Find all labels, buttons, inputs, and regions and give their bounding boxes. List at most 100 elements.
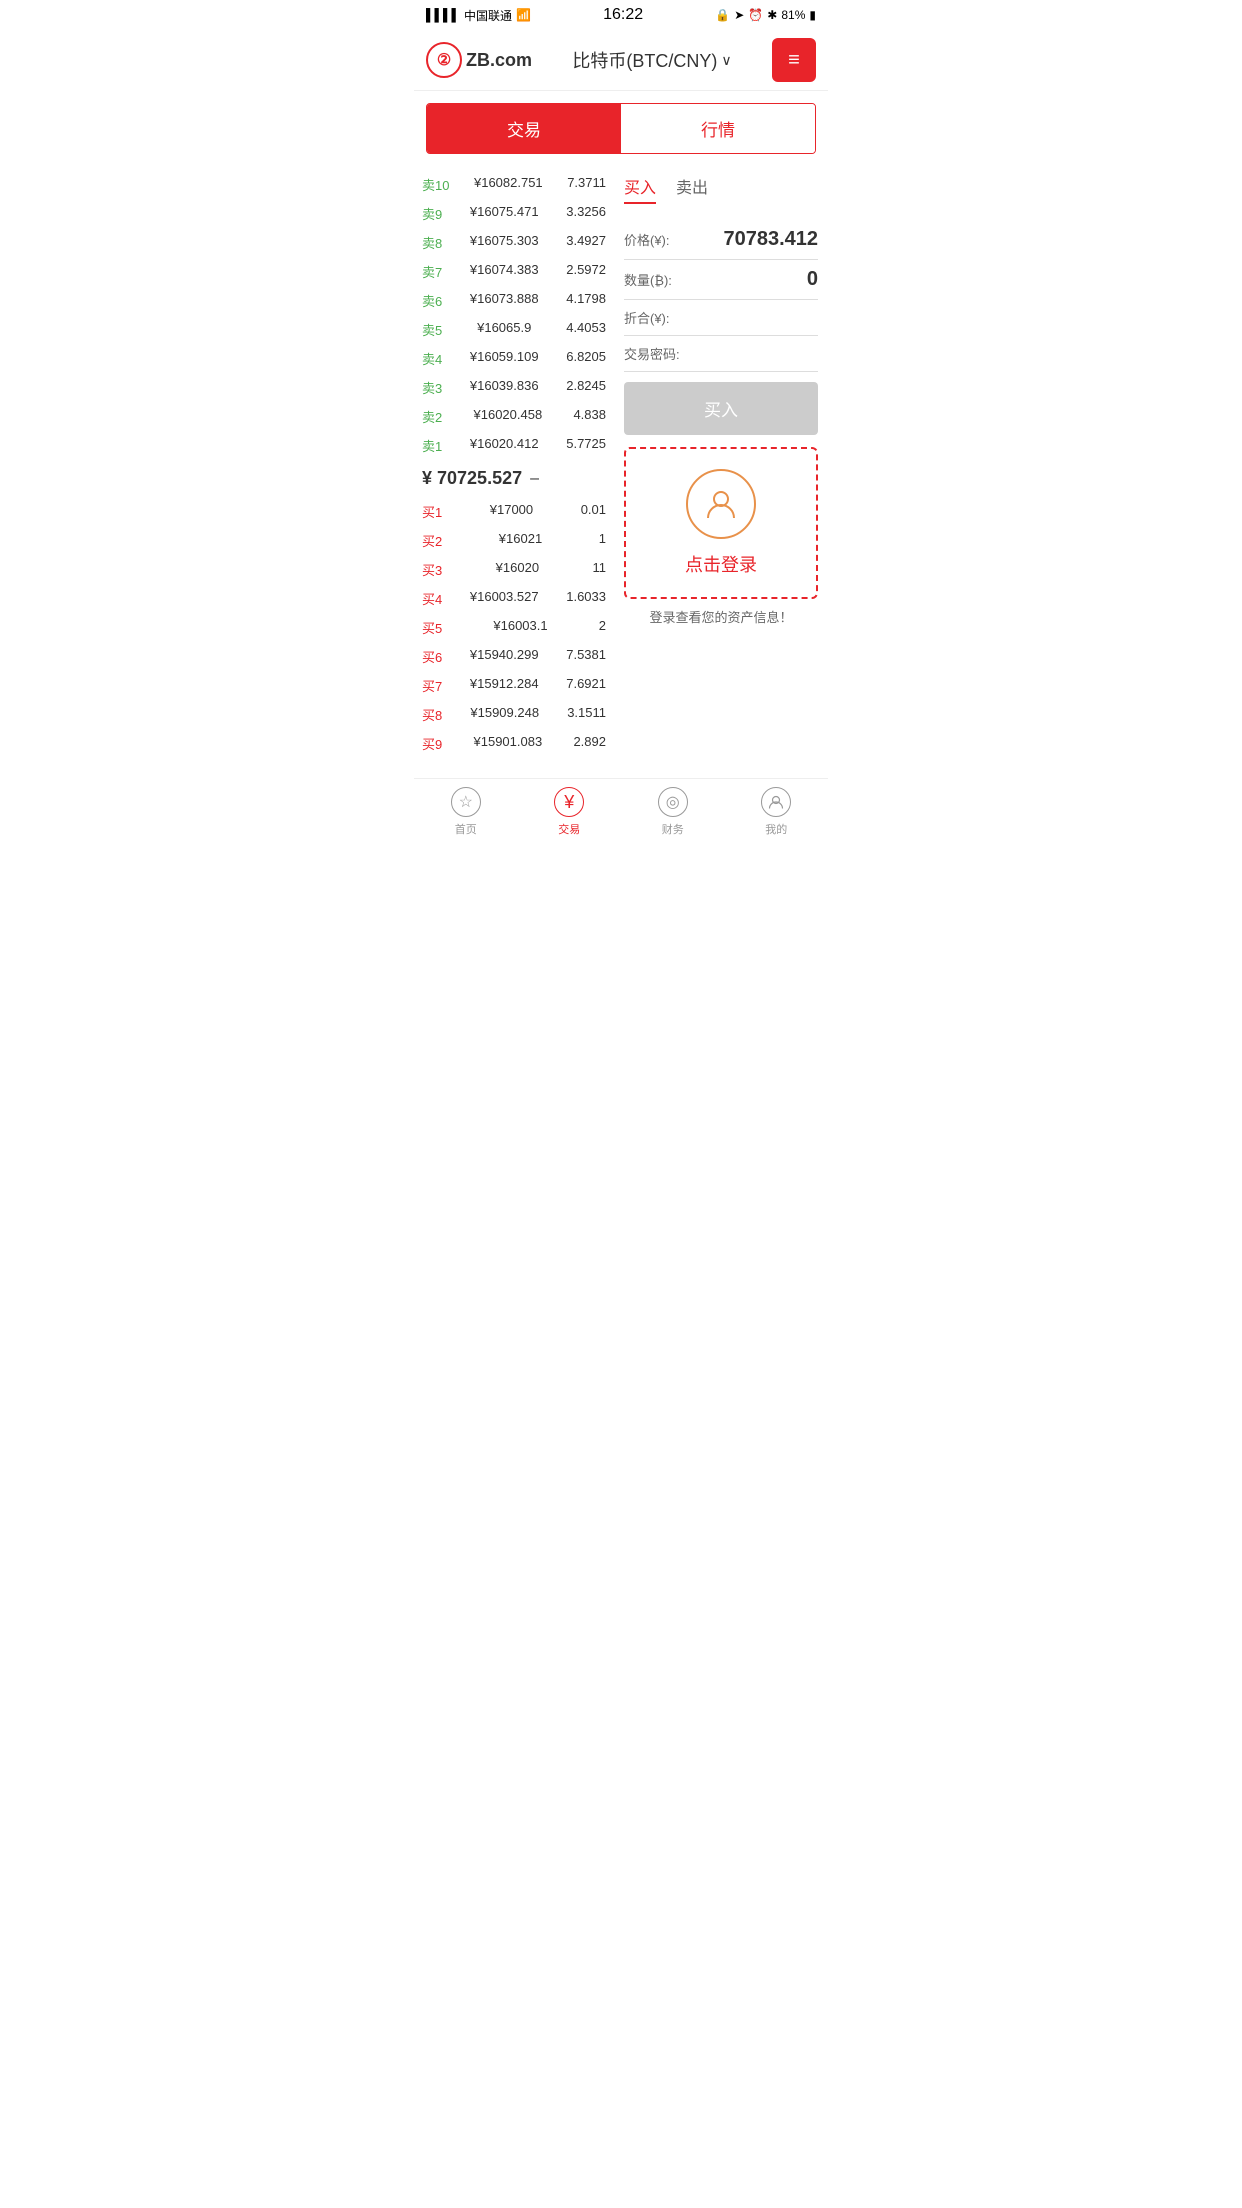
asset-text: 登录查看您的资产信息！	[624, 599, 818, 634]
sell-order-row: 卖4 ¥16059.109 6.8205	[420, 344, 608, 373]
buy-qty: 3.1511	[567, 705, 606, 724]
buy-order-row: 买2 ¥16021 1	[420, 526, 608, 555]
nav-finance[interactable]: ◎ 财务	[621, 787, 725, 837]
sell-price: ¥16074.383	[470, 262, 539, 281]
buy-order-row: 买7 ¥15912.284 7.6921	[420, 671, 608, 700]
header: ② ZB.com 比特币(BTC/CNY) ∨ ≡	[414, 30, 828, 91]
nav-home-label: 首页	[455, 821, 477, 837]
profile-icon	[761, 787, 791, 817]
sell-order-row: 卖8 ¥16075.303 3.4927	[420, 228, 608, 257]
buy-order-row: 买3 ¥16020 11	[420, 555, 608, 584]
sell-price: ¥16075.471	[470, 204, 539, 223]
logo: ② ZB.com	[426, 42, 532, 78]
buy-label: 买7	[422, 676, 442, 695]
battery-pct: 81%	[781, 8, 805, 22]
total-label: 折合(¥):	[624, 308, 670, 327]
password-label: 交易密码:	[624, 344, 680, 363]
sell-qty: 7.3711	[567, 175, 606, 194]
sell-price: ¥16082.751	[474, 175, 543, 194]
sell-label: 卖3	[422, 378, 442, 397]
hamburger-icon: ≡	[788, 50, 800, 70]
sell-label: 卖10	[422, 175, 449, 194]
buy-price: ¥17000	[490, 502, 533, 521]
lock-icon: 🔒	[715, 8, 730, 22]
nav-finance-label: 财务	[662, 821, 684, 837]
nav-home[interactable]: ☆ 首页	[414, 787, 518, 837]
buy-button[interactable]: 买入	[624, 382, 818, 435]
sell-qty: 3.3256	[566, 204, 606, 223]
sell-qty: 5.7725	[566, 436, 606, 455]
sell-order-row: 卖3 ¥16039.836 2.8245	[420, 373, 608, 402]
buy-label: 买8	[422, 705, 442, 724]
buy-qty: 2.892	[573, 734, 606, 753]
logo-circle: ②	[426, 42, 462, 78]
nav-trade[interactable]: ¥ 交易	[518, 787, 622, 837]
sell-qty: 2.8245	[566, 378, 606, 397]
sell-order-row: 卖10 ¥16082.751 7.3711	[420, 170, 608, 199]
chevron-down-icon: ∨	[721, 52, 731, 69]
sell-label: 卖8	[422, 233, 442, 252]
tab-market[interactable]: 行情	[621, 104, 815, 153]
buy-qty: 7.6921	[566, 676, 606, 695]
buy-price: ¥16021	[499, 531, 542, 550]
buy-price: ¥15901.083	[474, 734, 543, 753]
buy-order-row: 买4 ¥16003.527 1.6033	[420, 584, 608, 613]
price-row: 价格(¥): 70783.412	[624, 220, 818, 260]
alarm-icon: ⏰	[748, 8, 763, 22]
sell-qty: 4.838	[573, 407, 606, 426]
menu-button[interactable]: ≡	[772, 38, 816, 82]
sell-price: ¥16039.836	[470, 378, 539, 397]
mid-indicator: –	[530, 470, 539, 488]
buy-label: 买5	[422, 618, 442, 637]
nav-trade-label: 交易	[558, 821, 580, 837]
total-row: 折合(¥):	[624, 300, 818, 336]
qty-value[interactable]: 0	[678, 268, 818, 291]
logo-text: ZB.com	[466, 50, 532, 71]
sell-qty: 4.4053	[566, 320, 606, 339]
tab-sell[interactable]: 卖出	[676, 174, 708, 204]
mid-price-row: ¥ 70725.527 –	[420, 460, 608, 497]
login-box[interactable]: 点击登录	[624, 447, 818, 599]
buy-order-row: 买9 ¥15901.083 2.892	[420, 729, 608, 758]
buy-label: 买2	[422, 531, 442, 550]
sell-label: 卖1	[422, 436, 442, 455]
sell-price: ¥16073.888	[470, 291, 539, 310]
password-row: 交易密码:	[624, 336, 818, 372]
tab-buy[interactable]: 买入	[624, 174, 656, 204]
buy-price: ¥15909.248	[470, 705, 539, 724]
sell-price: ¥16075.303	[470, 233, 539, 252]
login-text[interactable]: 点击登录	[685, 551, 757, 577]
buy-qty: 11	[593, 560, 607, 579]
nav-profile-label: 我的	[765, 821, 787, 837]
buy-qty: 1	[599, 531, 606, 550]
sell-qty: 4.1798	[566, 291, 606, 310]
sell-orders: 卖10 ¥16082.751 7.3711 卖9 ¥16075.471 3.32…	[420, 170, 608, 460]
price-value[interactable]: 70783.412	[676, 228, 818, 251]
buy-order-row: 买1 ¥17000 0.01	[420, 497, 608, 526]
main-content: 卖10 ¥16082.751 7.3711 卖9 ¥16075.471 3.32…	[414, 166, 828, 762]
qty-row: 数量(₿): 0	[624, 260, 818, 300]
buy-qty: 1.6033	[566, 589, 606, 608]
buy-sell-tabs: 买入 卖出	[624, 174, 818, 208]
buy-order-row: 买6 ¥15940.299 7.5381	[420, 642, 608, 671]
buy-price: ¥15940.299	[470, 647, 539, 666]
header-title[interactable]: 比特币(BTC/CNY) ∨	[572, 47, 731, 73]
sell-order-row: 卖2 ¥16020.458 4.838	[420, 402, 608, 431]
buy-price: ¥15912.284	[470, 676, 539, 695]
user-avatar-icon	[686, 469, 756, 539]
sell-order-row: 卖1 ¥16020.412 5.7725	[420, 431, 608, 460]
trade-panel: 买入 卖出 价格(¥): 70783.412 数量(₿): 0 折合(¥): 交…	[614, 166, 828, 762]
home-icon: ☆	[451, 787, 481, 817]
sell-label: 卖5	[422, 320, 442, 339]
buy-order-row: 买8 ¥15909.248 3.1511	[420, 700, 608, 729]
nav-profile[interactable]: 我的	[725, 787, 829, 837]
sell-order-row: 卖9 ¥16075.471 3.3256	[420, 199, 608, 228]
tab-trade[interactable]: 交易	[427, 104, 621, 153]
trade-icon: ¥	[554, 787, 584, 817]
sell-price: ¥16065.9	[477, 320, 531, 339]
status-bar: ▌▌▌▌ 中国联通 📶 16:22 🔒 ➤ ⏰ ✱ 81% ▮	[414, 0, 828, 30]
bottom-nav: ☆ 首页 ¥ 交易 ◎ 财务 我的	[414, 778, 828, 841]
buy-label: 买1	[422, 502, 442, 521]
sell-label: 卖4	[422, 349, 442, 368]
mid-price: ¥ 70725.527	[422, 468, 522, 489]
